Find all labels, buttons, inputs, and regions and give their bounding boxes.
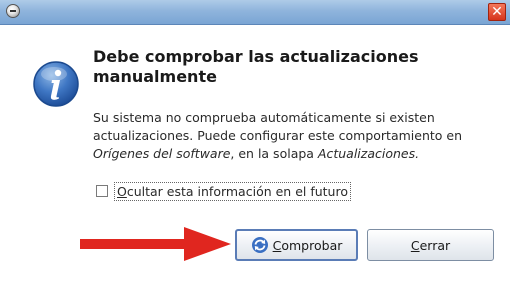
close-button[interactable]: Cerrar [367, 229, 494, 261]
dialog-message: Su sistema no comprueba automáticamente … [93, 109, 508, 163]
mnemonic-letter: C [410, 237, 420, 253]
mnemonic-letter: O [117, 183, 127, 199]
button-label-text: omprobar [281, 237, 343, 253]
dialog-heading: Debe comprobar las actualizaciones manua… [93, 47, 419, 86]
hide-info-checkbox-row[interactable]: Ocultar esta información en el futuro [96, 180, 351, 202]
check-updates-label: Comprobar [273, 238, 343, 253]
hide-info-checkbox[interactable] [96, 185, 108, 197]
info-icon [33, 61, 79, 107]
hide-info-checkbox-label[interactable]: Ocultar esta información en el futuro [114, 181, 351, 201]
button-label-text: errar [419, 237, 451, 253]
update-manager-icon [6, 4, 20, 18]
close-icon: ✕ [491, 4, 503, 20]
updates-tab-text: Actualizaciones. [317, 146, 420, 161]
dialog-window: ✕ Debe comprobar las actualizaciones man… [0, 0, 510, 284]
checkbox-label-text: cultar esta información en el futuro [126, 183, 348, 199]
red-arrow-icon [80, 227, 231, 261]
refresh-icon [251, 237, 268, 253]
message-text: , en la solapa [230, 146, 318, 161]
close-window-button[interactable]: ✕ [488, 3, 506, 21]
check-updates-button[interactable]: Comprobar [235, 229, 358, 261]
title-bar: ✕ [0, 0, 510, 25]
software-sources-link-text: Orígenes del software [93, 146, 231, 161]
message-text: Su sistema no comprueba automáticamente … [93, 110, 463, 143]
close-button-label: Cerrar [411, 238, 450, 253]
